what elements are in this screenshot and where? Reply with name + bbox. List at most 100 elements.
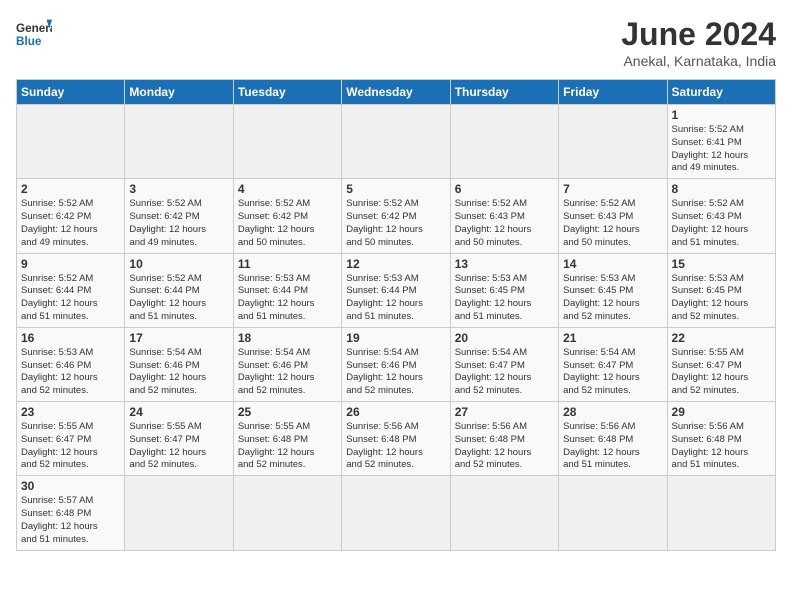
day-number: 5 (346, 182, 445, 196)
calendar-day-cell: 29 Sunrise: 5:56 AM Sunset: 6:48 PM Dayli… (667, 402, 775, 476)
calendar-day-cell (450, 105, 558, 179)
day-info: Sunrise: 5:54 AM Sunset: 6:46 PM Dayligh… (238, 347, 337, 398)
day-number: 29 (672, 405, 771, 419)
day-number: 12 (346, 257, 445, 271)
calendar-day-cell: 24 Sunrise: 5:55 AM Sunset: 6:47 PM Dayli… (125, 402, 233, 476)
calendar-day-cell: 2Sunrise: 5:52 AM Sunset: 6:42 PM Daylig… (17, 179, 125, 253)
calendar-day-cell: 27 Sunrise: 5:56 AM Sunset: 6:48 PM Dayli… (450, 402, 558, 476)
calendar-day-cell (125, 476, 233, 550)
calendar-day-cell: 9Sunrise: 5:52 AM Sunset: 6:44 PM Daylig… (17, 253, 125, 327)
day-number: 21 (563, 331, 662, 345)
calendar-day-cell: 1Sunrise: 5:52 AM Sunset: 6:41 PM Daylig… (667, 105, 775, 179)
day-info: Sunrise: 5:55 AM Sunset: 6:47 PM Dayligh… (129, 421, 228, 472)
calendar-day-cell: 25Sunrise: 5:55 AM Sunset: 6:48 PM Dayli… (233, 402, 341, 476)
day-info: Sunrise: 5:53 AM Sunset: 6:46 PM Dayligh… (21, 347, 120, 398)
day-info: Sunrise: 5:52 AM Sunset: 6:44 PM Dayligh… (129, 273, 228, 324)
day-number: 3 (129, 182, 228, 196)
calendar-day-cell: 19 Sunrise: 5:54 AM Sunset: 6:46 PM Dayli… (342, 327, 450, 401)
day-number: 17 (129, 331, 228, 345)
calendar-day-cell (342, 476, 450, 550)
day-info: Sunrise: 5:55 AM Sunset: 6:47 PM Dayligh… (21, 421, 120, 472)
calendar-header-row: SundayMondayTuesdayWednesdayThursdayFrid… (17, 80, 776, 105)
day-number: 1 (672, 108, 771, 122)
day-info: Sunrise: 5:52 AM Sunset: 6:42 PM Dayligh… (129, 198, 228, 249)
generalblue-logo-icon: General Blue (16, 16, 52, 52)
calendar-day-cell (342, 105, 450, 179)
calendar-day-cell: 10Sunrise: 5:52 AM Sunset: 6:44 PM Dayli… (125, 253, 233, 327)
calendar-day-cell (125, 105, 233, 179)
calendar-day-cell (559, 105, 667, 179)
calendar-day-cell: 28 Sunrise: 5:56 AM Sunset: 6:48 PM Dayli… (559, 402, 667, 476)
day-number: 14 (563, 257, 662, 271)
calendar-day-cell: 8Sunrise: 5:52 AM Sunset: 6:43 PM Daylig… (667, 179, 775, 253)
day-number: 11 (238, 257, 337, 271)
day-info: Sunrise: 5:52 AM Sunset: 6:43 PM Dayligh… (455, 198, 554, 249)
day-info: Sunrise: 5:52 AM Sunset: 6:42 PM Dayligh… (346, 198, 445, 249)
calendar-day-cell: 4Sunrise: 5:52 AM Sunset: 6:42 PM Daylig… (233, 179, 341, 253)
day-info: Sunrise: 5:56 AM Sunset: 6:48 PM Dayligh… (455, 421, 554, 472)
column-header-sunday: Sunday (17, 80, 125, 105)
day-info: Sunrise: 5:53 AM Sunset: 6:44 PM Dayligh… (238, 273, 337, 324)
calendar-day-cell: 13Sunrise: 5:53 AM Sunset: 6:45 PM Dayli… (450, 253, 558, 327)
calendar-day-cell (450, 476, 558, 550)
column-header-thursday: Thursday (450, 80, 558, 105)
calendar-week-row: 9Sunrise: 5:52 AM Sunset: 6:44 PM Daylig… (17, 253, 776, 327)
calendar-day-cell (559, 476, 667, 550)
day-info: Sunrise: 5:56 AM Sunset: 6:48 PM Dayligh… (672, 421, 771, 472)
day-info: Sunrise: 5:54 AM Sunset: 6:46 PM Dayligh… (346, 347, 445, 398)
day-number: 7 (563, 182, 662, 196)
day-number: 28 (563, 405, 662, 419)
title-block: June 2024 Anekal, Karnataka, India (621, 16, 776, 69)
day-info: Sunrise: 5:53 AM Sunset: 6:45 PM Dayligh… (563, 273, 662, 324)
calendar-day-cell: 15 Sunrise: 5:53 AM Sunset: 6:45 PM Dayli… (667, 253, 775, 327)
day-number: 8 (672, 182, 771, 196)
calendar-day-cell: 18 Sunrise: 5:54 AM Sunset: 6:46 PM Dayli… (233, 327, 341, 401)
day-number: 16 (21, 331, 120, 345)
logo: General Blue (16, 16, 52, 52)
calendar-day-cell (667, 476, 775, 550)
day-info: Sunrise: 5:53 AM Sunset: 6:44 PM Dayligh… (346, 273, 445, 324)
calendar-day-cell: 23 Sunrise: 5:55 AM Sunset: 6:47 PM Dayli… (17, 402, 125, 476)
location: Anekal, Karnataka, India (621, 53, 776, 69)
day-number: 27 (455, 405, 554, 419)
day-info: Sunrise: 5:53 AM Sunset: 6:45 PM Dayligh… (455, 273, 554, 324)
day-number: 15 (672, 257, 771, 271)
day-number: 20 (455, 331, 554, 345)
day-info: Sunrise: 5:57 AM Sunset: 6:48 PM Dayligh… (21, 495, 120, 546)
column-header-monday: Monday (125, 80, 233, 105)
calendar-week-row: 1Sunrise: 5:52 AM Sunset: 6:41 PM Daylig… (17, 105, 776, 179)
column-header-wednesday: Wednesday (342, 80, 450, 105)
day-number: 22 (672, 331, 771, 345)
day-number: 24 (129, 405, 228, 419)
calendar-day-cell: 7Sunrise: 5:52 AM Sunset: 6:43 PM Daylig… (559, 179, 667, 253)
day-info: Sunrise: 5:54 AM Sunset: 6:47 PM Dayligh… (455, 347, 554, 398)
calendar-day-cell: 16 Sunrise: 5:53 AM Sunset: 6:46 PM Dayli… (17, 327, 125, 401)
calendar-day-cell (233, 476, 341, 550)
day-number: 2 (21, 182, 120, 196)
day-number: 23 (21, 405, 120, 419)
calendar-week-row: 2 Sunrise: 5:52 AM Sunset: 6:42 PM Daylig… (17, 179, 776, 253)
day-number: 19 (346, 331, 445, 345)
day-info: Sunrise: 5:54 AM Sunset: 6:47 PM Dayligh… (563, 347, 662, 398)
calendar-day-cell: 3 Sunrise: 5:52 AM Sunset: 6:42 PM Daylig… (125, 179, 233, 253)
day-info: Sunrise: 5:55 AM Sunset: 6:47 PM Dayligh… (672, 347, 771, 398)
calendar-week-row: 23 Sunrise: 5:55 AM Sunset: 6:47 PM Dayli… (17, 402, 776, 476)
day-info: Sunrise: 5:56 AM Sunset: 6:48 PM Dayligh… (346, 421, 445, 472)
svg-text:Blue: Blue (16, 35, 42, 48)
day-number: 18 (238, 331, 337, 345)
calendar-day-cell: 14 Sunrise: 5:53 AM Sunset: 6:45 PM Dayli… (559, 253, 667, 327)
calendar-day-cell: 11 Sunrise: 5:53 AM Sunset: 6:44 PM Dayli… (233, 253, 341, 327)
day-info: Sunrise: 5:56 AM Sunset: 6:48 PM Dayligh… (563, 421, 662, 472)
calendar-day-cell: 12 Sunrise: 5:53 AM Sunset: 6:44 PM Dayli… (342, 253, 450, 327)
month-title: June 2024 (621, 16, 776, 53)
day-info: Sunrise: 5:52 AM Sunset: 6:42 PM Dayligh… (238, 198, 337, 249)
column-header-friday: Friday (559, 80, 667, 105)
day-info: Sunrise: 5:53 AM Sunset: 6:45 PM Dayligh… (672, 273, 771, 324)
calendar-table: SundayMondayTuesdayWednesdayThursdayFrid… (16, 79, 776, 551)
calendar-day-cell: 17 Sunrise: 5:54 AM Sunset: 6:46 PM Dayli… (125, 327, 233, 401)
day-number: 30 (21, 479, 120, 493)
day-info: Sunrise: 5:54 AM Sunset: 6:46 PM Dayligh… (129, 347, 228, 398)
day-info: Sunrise: 5:52 AM Sunset: 6:44 PM Dayligh… (21, 273, 120, 324)
calendar-day-cell (233, 105, 341, 179)
column-header-tuesday: Tuesday (233, 80, 341, 105)
